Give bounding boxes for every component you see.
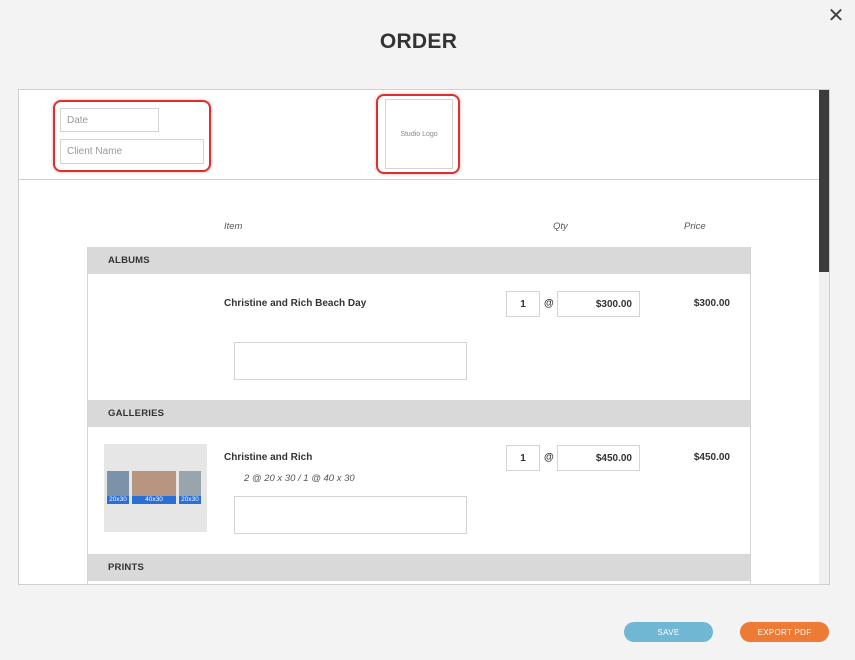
photo-thumb: 40x30: [132, 471, 176, 504]
client-name-field[interactable]: Client Name: [60, 139, 204, 164]
scrollbar[interactable]: [819, 90, 829, 584]
item-name: Christine and Rich Beach Day: [224, 298, 367, 309]
save-button[interactable]: SAVE: [624, 622, 713, 642]
thumb-size-label: 20x30: [179, 496, 201, 504]
column-header-item: Item: [224, 221, 243, 232]
date-field[interactable]: Date: [60, 108, 159, 132]
photo-thumb: 20x30: [107, 471, 129, 504]
column-header-qty: Qty: [553, 221, 568, 232]
thumb-size-label: 20x30: [107, 496, 129, 504]
studio-logo-label: Studio Logo: [400, 130, 438, 138]
qty-field[interactable]: 1: [506, 291, 540, 317]
item-sizes: 2 @ 20 x 30 / 1 @ 40 x 30: [244, 473, 355, 484]
page-title: ORDER: [379, 30, 458, 53]
qty-field[interactable]: 1: [506, 445, 540, 471]
at-sign: @: [544, 298, 554, 309]
column-header-price: Price: [684, 221, 706, 232]
photo-thumb: 20x30: [179, 471, 201, 504]
order-panel: Date Client Name Studio Logo Item Qty Pr…: [18, 89, 830, 585]
notes-field[interactable]: [234, 496, 467, 534]
studio-logo-upload[interactable]: Studio Logo: [385, 99, 453, 169]
section-albums: ALBUMS: [88, 247, 750, 274]
section-galleries: GALLERIES: [88, 400, 750, 427]
order-header: Date Client Name Studio Logo: [19, 90, 819, 180]
unit-price-field[interactable]: $450.00: [557, 445, 640, 471]
line-total: $450.00: [693, 452, 730, 463]
scrollbar-thumb[interactable]: [819, 90, 829, 272]
notes-field[interactable]: [234, 342, 467, 380]
section-prints: PRINTS: [88, 554, 750, 581]
order-table: ALBUMS Christine and Rich Beach Day 1 @ …: [87, 247, 751, 584]
export-pdf-button[interactable]: EXPORT PDF: [740, 622, 829, 642]
close-icon[interactable]: ✕: [826, 6, 846, 26]
gallery-thumbnail: 20x30 40x30 20x30: [104, 444, 207, 532]
line-total: $300.00: [693, 298, 730, 309]
thumb-size-label: 40x30: [132, 496, 176, 504]
item-name: Christine and Rich: [224, 452, 313, 463]
unit-price-field[interactable]: $300.00: [557, 291, 640, 317]
at-sign: @: [544, 452, 554, 463]
